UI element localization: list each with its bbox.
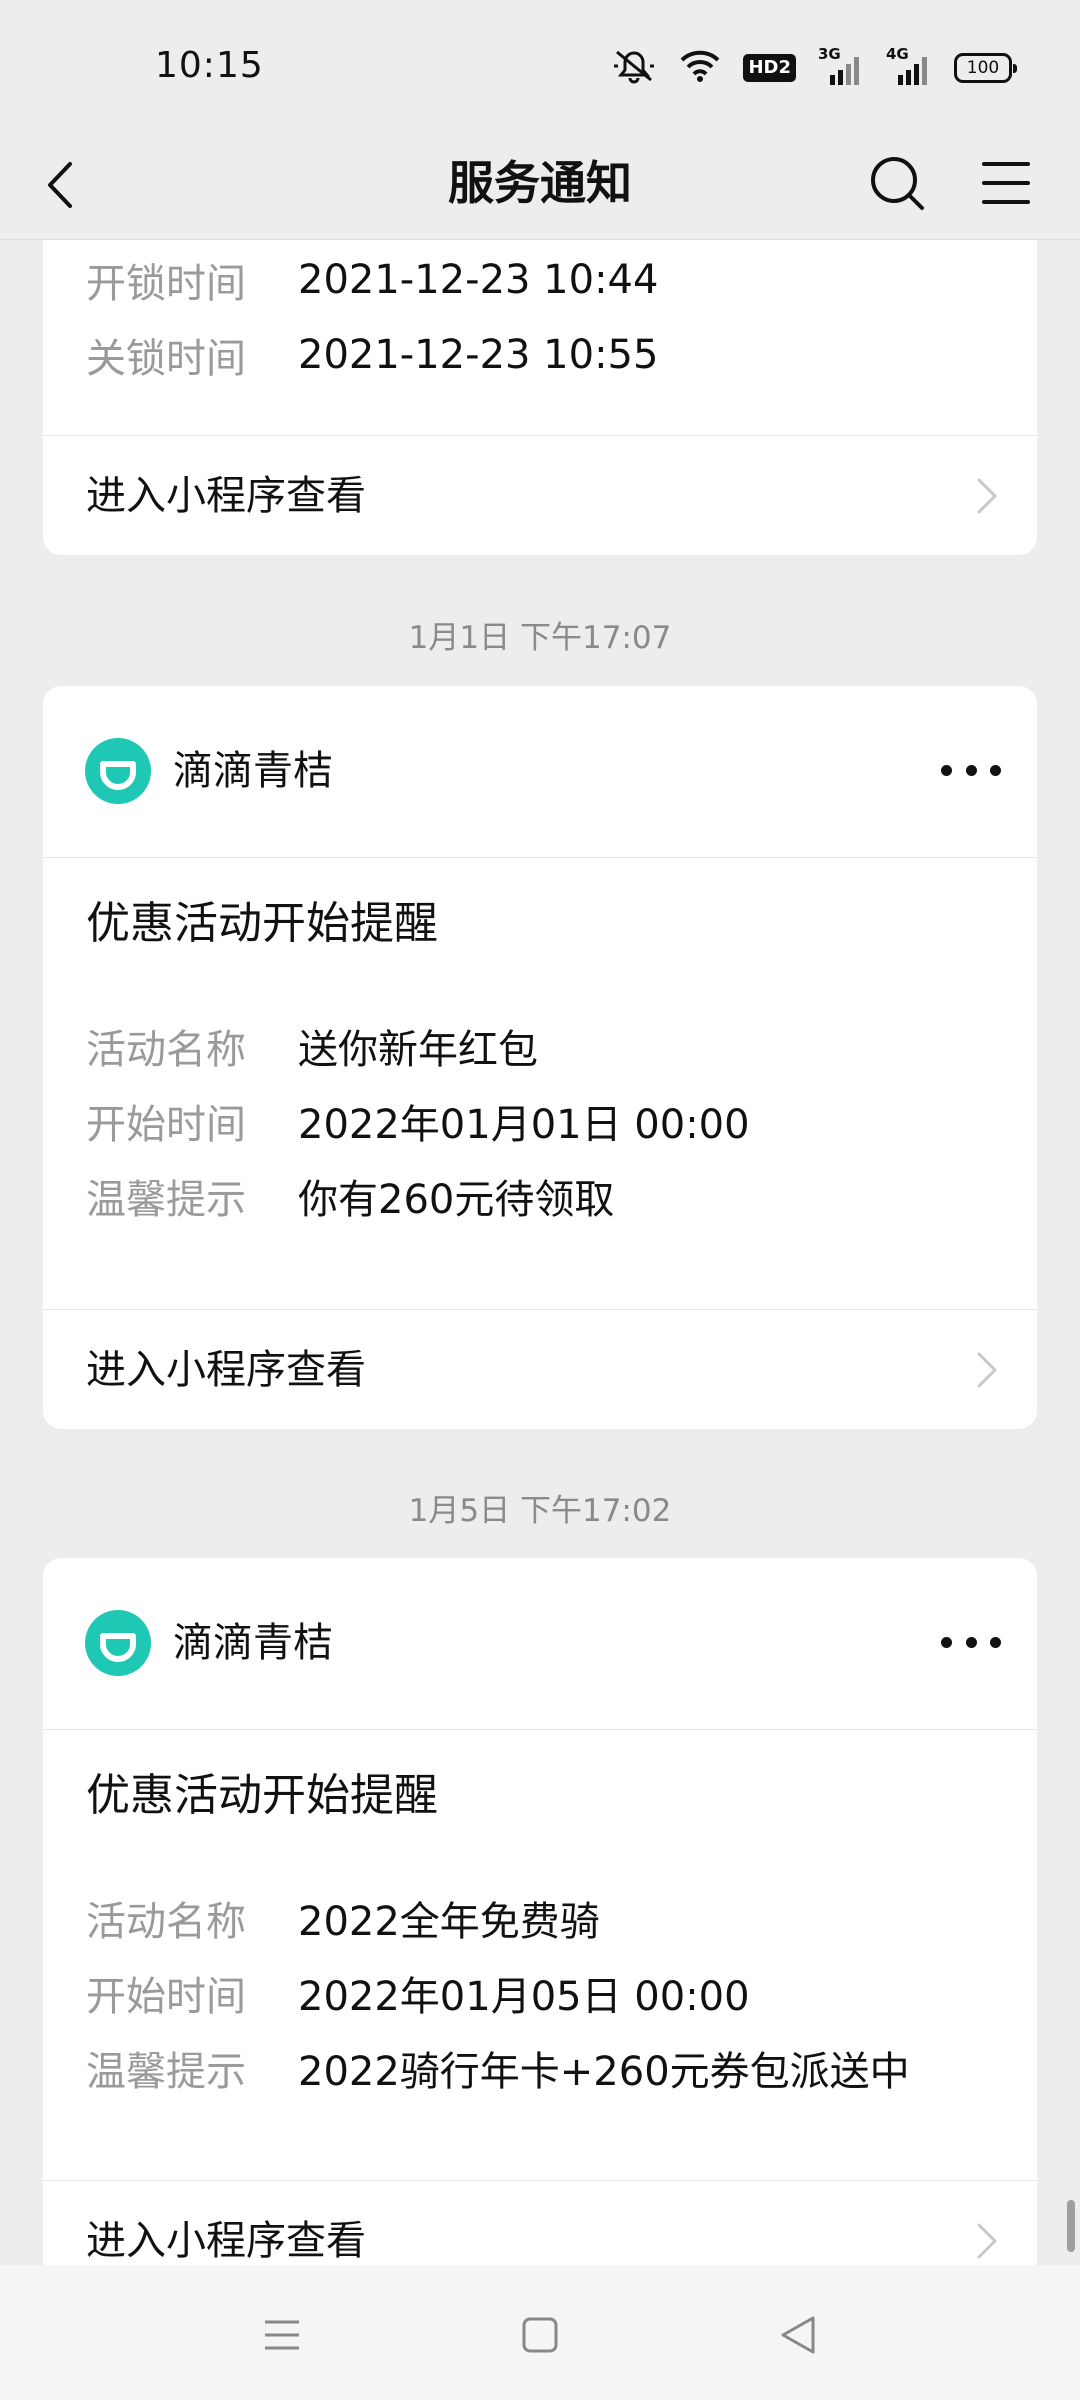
more-options-icon[interactable] bbox=[941, 1628, 1001, 1656]
message-timestamp: 1月5日 下午17:02 bbox=[408, 1493, 672, 1529]
field-value: 2021-12-23 10:55 bbox=[298, 332, 659, 378]
field-row: 活动名称 2022全年免费骑 bbox=[86, 1888, 600, 1948]
field-row: 温馨提示 你有260元待领取 bbox=[86, 1166, 614, 1226]
field-row: 开始时间 2022年01月05日 00:00 bbox=[86, 1963, 750, 2023]
chevron-right-icon bbox=[977, 2223, 997, 2259]
triangle-back-icon bbox=[781, 2316, 815, 2354]
field-row: 开始时间 2022年01月01日 00:00 bbox=[86, 1091, 750, 1151]
card-title: 优惠活动开始提醒 bbox=[86, 898, 438, 949]
scrollbar[interactable] bbox=[1067, 2200, 1075, 2252]
search-icon bbox=[871, 157, 924, 210]
didi-qingju-logo-icon bbox=[85, 1610, 151, 1676]
message-list[interactable]: 开锁时间 2021-12-23 10:44 关锁时间 2021-12-23 10… bbox=[0, 240, 1080, 2265]
home-button[interactable] bbox=[515, 2310, 565, 2360]
recent-apps-button[interactable] bbox=[257, 2310, 307, 2360]
open-miniprogram-button[interactable]: 进入小程序查看 bbox=[43, 435, 1037, 555]
field-row: 关锁时间 2021-12-23 10:55 bbox=[86, 325, 658, 385]
field-row: 温馨提示 2022骑行年卡+260元券包派送中 bbox=[86, 2038, 910, 2098]
menu-lines-icon bbox=[265, 2320, 299, 2350]
open-miniprogram-button[interactable]: 进入小程序查看 bbox=[43, 1309, 1037, 1429]
app-name: 滴滴青桔 bbox=[173, 748, 333, 794]
app-name: 滴滴青桔 bbox=[173, 1620, 333, 1666]
didi-qingju-logo-icon bbox=[85, 738, 151, 804]
field-label: 活动名称 bbox=[86, 1899, 246, 1945]
system-navigation-bar bbox=[0, 2265, 1080, 2400]
field-row: 活动名称 送你新年红包 bbox=[86, 1016, 538, 1076]
menu-icon bbox=[982, 162, 1030, 204]
square-icon bbox=[522, 2317, 558, 2353]
message-card: 开锁时间 2021-12-23 10:44 关锁时间 2021-12-23 10… bbox=[43, 240, 1037, 555]
wifi-icon bbox=[679, 49, 721, 87]
more-options-icon[interactable] bbox=[941, 756, 1001, 784]
field-label: 关锁时间 bbox=[86, 336, 246, 382]
field-label: 开始时间 bbox=[86, 1102, 246, 1148]
4g-signal-icon: 4G bbox=[886, 45, 932, 87]
field-value: 2022年01月01日 00:00 bbox=[298, 1102, 750, 1148]
field-label: 开始时间 bbox=[86, 1974, 246, 2020]
message-card: 滴滴青桔 优惠活动开始提醒 活动名称 送你新年红包 开始时间 2022年01月0… bbox=[43, 686, 1037, 1429]
status-bar: 10:15 HD2 3G 4G 100 bbox=[0, 0, 1080, 130]
card-header[interactable]: 滴滴青桔 bbox=[43, 686, 1037, 858]
field-value: 送你新年红包 bbox=[298, 1027, 538, 1073]
field-value: 2022骑行年卡+260元券包派送中 bbox=[298, 2049, 910, 2095]
open-miniprogram-button[interactable]: 进入小程序查看 bbox=[43, 2180, 1037, 2265]
field-value: 你有260元待领取 bbox=[298, 1177, 615, 1223]
field-value: 2022年01月05日 00:00 bbox=[298, 1974, 750, 2020]
footer-label: 进入小程序查看 bbox=[86, 2218, 366, 2264]
3g-signal-icon: 3G bbox=[818, 45, 864, 87]
card-title: 优惠活动开始提醒 bbox=[86, 1770, 438, 1821]
field-label: 活动名称 bbox=[86, 1027, 246, 1073]
back-nav-button[interactable] bbox=[773, 2310, 823, 2360]
status-time: 10:15 bbox=[155, 45, 264, 86]
menu-button[interactable] bbox=[970, 148, 1040, 218]
nav-bar: 服务通知 bbox=[0, 130, 1080, 240]
field-label: 开锁时间 bbox=[86, 261, 246, 307]
battery-icon: 100 bbox=[954, 53, 1017, 83]
field-row: 开锁时间 2021-12-23 10:44 bbox=[86, 250, 658, 310]
footer-label: 进入小程序查看 bbox=[86, 1347, 366, 1393]
field-label: 温馨提示 bbox=[86, 2049, 246, 2095]
status-icons: HD2 3G 4G 100 bbox=[611, 45, 1017, 88]
chevron-right-icon bbox=[977, 478, 997, 514]
field-value: 2022全年免费骑 bbox=[298, 1899, 600, 1945]
message-card: 滴滴青桔 优惠活动开始提醒 活动名称 2022全年免费骑 开始时间 2022年0… bbox=[43, 1558, 1037, 2265]
footer-label: 进入小程序查看 bbox=[86, 473, 366, 519]
search-button[interactable] bbox=[862, 148, 932, 218]
field-value: 2021-12-23 10:44 bbox=[298, 257, 659, 303]
card-header[interactable]: 滴滴青桔 bbox=[43, 1558, 1037, 1730]
chevron-right-icon bbox=[977, 1352, 997, 1388]
message-timestamp: 1月1日 下午17:07 bbox=[408, 620, 672, 656]
mute-icon bbox=[611, 48, 657, 88]
hd-badge: HD2 bbox=[743, 54, 796, 82]
field-label: 温馨提示 bbox=[86, 1177, 246, 1223]
